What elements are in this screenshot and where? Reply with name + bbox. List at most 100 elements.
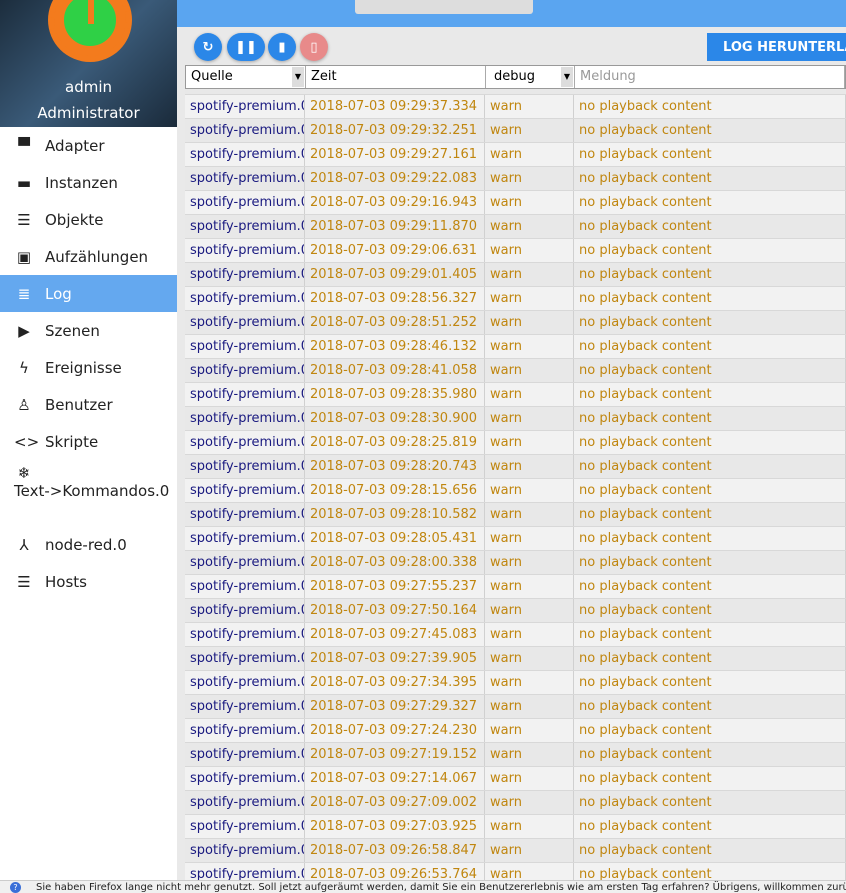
time-cell: 2018-07-03 09:29:06.631: [305, 239, 485, 262]
table-row: spotify-premium.0 2018-07-03 09:28:15.656…: [185, 479, 846, 503]
level-cell: warn: [485, 287, 574, 310]
sidebar-item-label: node-red.0: [45, 535, 127, 554]
time-cell: 2018-07-03 09:27:45.083: [305, 623, 485, 646]
level-cell: warn: [485, 167, 574, 190]
source-cell: spotify-premium.0: [185, 335, 305, 358]
message-cell: no playback content: [574, 359, 846, 382]
sidebar-item-hosts[interactable]: ☰ Hosts: [0, 563, 177, 600]
source-header: Quelle: [191, 69, 233, 84]
level-cell: warn: [485, 743, 574, 766]
message-cell: no playback content: [574, 503, 846, 526]
table-row: spotify-premium.0 2018-07-03 09:28:46.132…: [185, 335, 846, 359]
sidebar-item-instanzen[interactable]: ▬ Instanzen: [0, 164, 177, 201]
source-cell: spotify-premium.0: [185, 695, 305, 718]
message-cell: no playback content: [574, 167, 846, 190]
top-bar: [177, 0, 846, 27]
time-cell: 2018-07-03 09:29:16.943: [305, 191, 485, 214]
time-cell: 2018-07-03 09:27:29.327: [305, 695, 485, 718]
message-cell: no playback content: [574, 431, 846, 454]
level-cell: warn: [485, 527, 574, 550]
source-cell: spotify-premium.0: [185, 671, 305, 694]
sidebar-item-label: Szenen: [45, 321, 100, 340]
source-cell: spotify-premium.0: [185, 191, 305, 214]
sidebar-item-szenen[interactable]: ▶ Szenen: [0, 312, 177, 349]
time-cell: 2018-07-03 09:28:41.058: [305, 359, 485, 382]
table-row: spotify-premium.0 2018-07-03 09:28:51.252…: [185, 311, 846, 335]
level-cell: warn: [485, 599, 574, 622]
sidebar-item-objekte[interactable]: ☰ Objekte: [0, 201, 177, 238]
message-cell: no playback content: [574, 407, 846, 430]
level-cell: warn: [485, 479, 574, 502]
host-button[interactable]: [355, 0, 533, 14]
table-row: spotify-premium.0 2018-07-03 09:28:10.582…: [185, 503, 846, 527]
message-cell: no playback content: [574, 239, 846, 262]
level-cell: warn: [485, 263, 574, 286]
sidebar-item-benutzer[interactable]: ♙ Benutzer: [0, 386, 177, 423]
level-value: debug: [494, 69, 535, 84]
message-cell: no playback content: [574, 479, 846, 502]
sidebar-item-text-kommandos-0[interactable]: ❄ Text->Kommandos.0: [0, 460, 177, 526]
source-filter[interactable]: Quelle ▼: [186, 66, 306, 88]
level-cell: warn: [485, 839, 574, 862]
message-filter[interactable]: Meldung: [575, 66, 845, 88]
level-select[interactable]: debug ▼: [486, 66, 575, 88]
log-table: spotify-premium.0 2018-07-03 09:29:37.334…: [185, 89, 846, 880]
message-cell: no playback content: [574, 575, 846, 598]
sidebar-item-ereignisse[interactable]: ϟ Ereignisse: [0, 349, 177, 386]
download-log-button[interactable]: LOG HERUNTERLADEN: [707, 33, 846, 61]
message-cell: no playback content: [574, 791, 846, 814]
message-cell: no playback content: [574, 527, 846, 550]
message-cell: no playback content: [574, 623, 846, 646]
time-cell: 2018-07-03 09:29:11.870: [305, 215, 485, 238]
time-cell: 2018-07-03 09:27:50.164: [305, 599, 485, 622]
clear-button[interactable]: ▮: [268, 33, 296, 61]
notification-text: Sie haben Firefox lange nicht mehr genut…: [36, 882, 846, 893]
table-row: spotify-premium.0 2018-07-03 09:28:20.743…: [185, 455, 846, 479]
level-cell: warn: [485, 623, 574, 646]
source-cell: spotify-premium.0: [185, 455, 305, 478]
level-cell: warn: [485, 335, 574, 358]
instances-icon: ▬: [16, 173, 32, 192]
level-cell: warn: [485, 239, 574, 262]
source-cell: spotify-premium.0: [185, 287, 305, 310]
node-icon: ⅄: [19, 535, 29, 554]
message-cell: no playback content: [574, 695, 846, 718]
table-row: spotify-premium.0 2018-07-03 09:28:00.338…: [185, 551, 846, 575]
chevron-down-icon[interactable]: ▼: [292, 67, 304, 87]
sidebar-item-node-red-0[interactable]: ⅄ node-red.0: [0, 526, 177, 563]
table-row: spotify-premium.0 2018-07-03 09:29:06.631…: [185, 239, 846, 263]
sidebar-item-skripte[interactable]: <> Skripte: [0, 423, 177, 460]
message-cell: no playback content: [574, 191, 846, 214]
source-cell: spotify-premium.0: [185, 95, 305, 118]
refresh-button[interactable]: ↻: [194, 33, 222, 61]
time-cell: 2018-07-03 09:28:30.900: [305, 407, 485, 430]
level-cell: warn: [485, 695, 574, 718]
sidebar-item-aufz-hlungen[interactable]: ▣ Aufzählungen: [0, 238, 177, 275]
message-cell: no playback content: [574, 719, 846, 742]
time-cell: 2018-07-03 09:27:55.237: [305, 575, 485, 598]
code-icon: <>: [14, 432, 40, 451]
message-cell: no playback content: [574, 743, 846, 766]
source-cell: spotify-premium.0: [185, 527, 305, 550]
message-cell: no playback content: [574, 671, 846, 694]
table-row: spotify-premium.0 2018-07-03 09:29:11.870…: [185, 215, 846, 239]
table-row: spotify-premium.0 2018-07-03 09:27:24.230…: [185, 719, 846, 743]
iobroker-logo: [48, 0, 132, 62]
chevron-down-icon[interactable]: ▼: [561, 67, 573, 87]
sidebar-item-log[interactable]: ≣ Log: [0, 275, 177, 312]
sidebar-item-label: Hosts: [45, 572, 87, 591]
time-cell: 2018-07-03 09:29:37.334: [305, 95, 485, 118]
pause-button[interactable]: ❚❚: [227, 33, 265, 61]
sidebar-item-adapter[interactable]: ▀ Adapter: [0, 127, 177, 164]
source-cell: spotify-premium.0: [185, 215, 305, 238]
source-cell: spotify-premium.0: [185, 815, 305, 838]
delete-log-button[interactable]: ▯: [300, 33, 328, 61]
level-cell: warn: [485, 431, 574, 454]
source-cell: spotify-premium.0: [185, 623, 305, 646]
table-row: spotify-premium.0 2018-07-03 09:29:27.161…: [185, 143, 846, 167]
level-cell: warn: [485, 503, 574, 526]
table-row: spotify-premium.0 2018-07-03 09:29:22.083…: [185, 167, 846, 191]
level-cell: warn: [485, 551, 574, 574]
message-cell: no playback content: [574, 263, 846, 286]
time-filter[interactable]: Zeit: [306, 66, 486, 88]
